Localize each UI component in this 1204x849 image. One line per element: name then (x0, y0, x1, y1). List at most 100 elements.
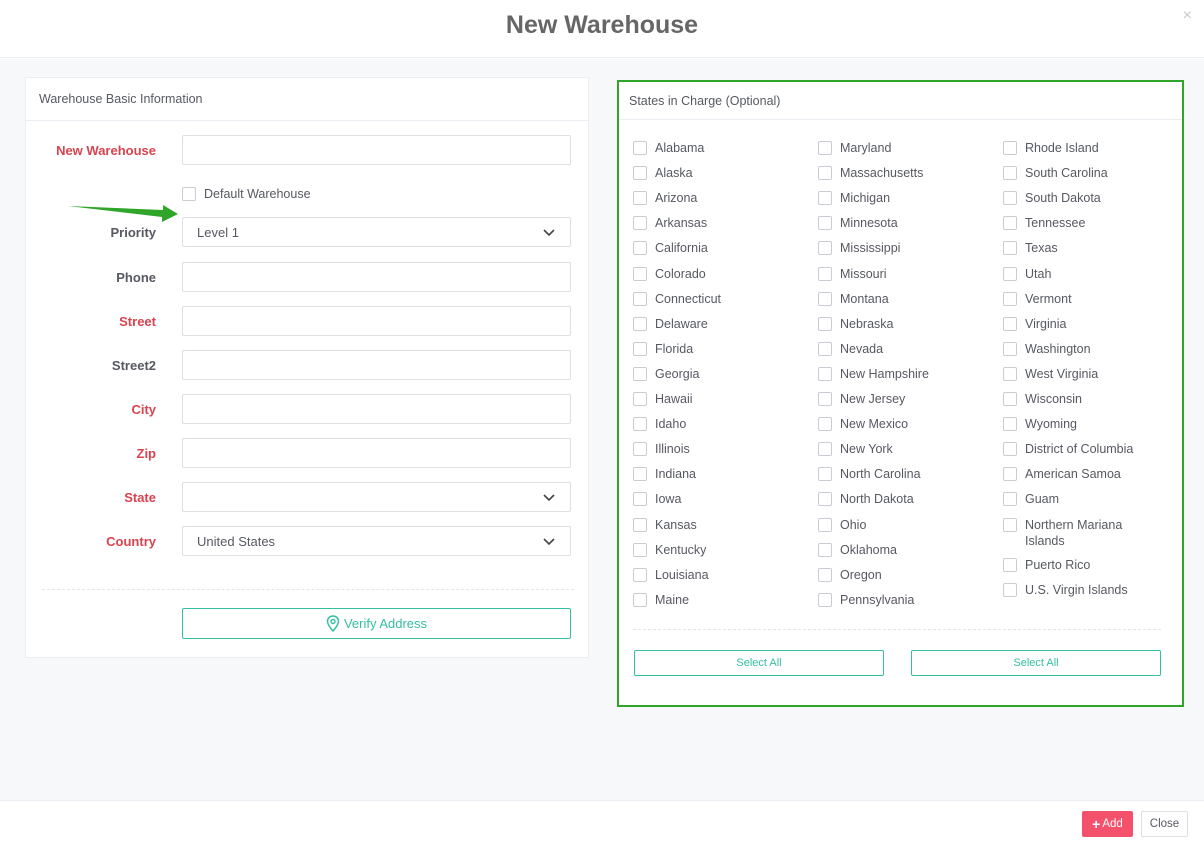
state-checkbox-item[interactable]: Georgia (633, 366, 785, 382)
state-select[interactable] (182, 482, 571, 512)
default-warehouse-checkbox[interactable] (182, 187, 196, 201)
state-checkbox-item[interactable]: North Carolina (818, 466, 970, 482)
verify-address-button[interactable]: Verify Address (182, 608, 571, 639)
state-checkbox-item[interactable]: Nebraska (818, 316, 970, 332)
state-checkbox[interactable] (1003, 141, 1017, 155)
state-checkbox[interactable] (818, 467, 832, 481)
state-checkbox[interactable] (818, 267, 832, 281)
state-checkbox[interactable] (1003, 467, 1017, 481)
state-checkbox[interactable] (633, 166, 647, 180)
state-checkbox-item[interactable]: South Dakota (1003, 190, 1155, 206)
state-checkbox-item[interactable]: U.S. Virgin Islands (1003, 582, 1155, 598)
state-checkbox-item[interactable]: Wisconsin (1003, 391, 1155, 407)
state-checkbox[interactable] (818, 216, 832, 230)
priority-select[interactable]: Level 1 (182, 217, 571, 247)
state-checkbox-item[interactable]: Minnesota (818, 215, 970, 231)
state-checkbox-item[interactable]: Mississippi (818, 240, 970, 256)
zip-input[interactable] (182, 438, 571, 468)
select-all-button[interactable]: Select All (911, 650, 1161, 676)
state-checkbox[interactable] (818, 543, 832, 557)
state-checkbox-item[interactable]: Vermont (1003, 291, 1155, 307)
state-checkbox-item[interactable]: Tennessee (1003, 215, 1155, 231)
default-warehouse-row[interactable]: Default Warehouse (182, 187, 311, 201)
state-checkbox[interactable] (818, 518, 832, 532)
state-checkbox-item[interactable]: Nevada (818, 341, 970, 357)
street2-input[interactable] (182, 350, 571, 380)
state-checkbox-item[interactable]: Washington (1003, 341, 1155, 357)
select-all-button[interactable]: Select All (634, 650, 884, 676)
state-checkbox-item[interactable]: Utah (1003, 266, 1155, 282)
state-checkbox[interactable] (1003, 417, 1017, 431)
state-checkbox[interactable] (633, 417, 647, 431)
state-checkbox-item[interactable]: Virginia (1003, 316, 1155, 332)
state-checkbox-item[interactable]: Arkansas (633, 215, 785, 231)
state-checkbox[interactable] (633, 367, 647, 381)
state-checkbox[interactable] (633, 342, 647, 356)
state-checkbox[interactable] (633, 593, 647, 607)
state-checkbox[interactable] (818, 141, 832, 155)
add-button[interactable]: + Add (1082, 811, 1133, 837)
state-checkbox-item[interactable]: Oklahoma (818, 542, 970, 558)
state-checkbox-item[interactable]: Massachusetts (818, 165, 970, 181)
state-checkbox-item[interactable]: North Dakota (818, 491, 970, 507)
country-select[interactable]: United States (182, 526, 571, 556)
state-checkbox-item[interactable]: New Hampshire (818, 366, 970, 382)
state-checkbox[interactable] (633, 518, 647, 532)
state-checkbox-item[interactable]: New Mexico (818, 416, 970, 432)
state-checkbox[interactable] (1003, 166, 1017, 180)
state-checkbox[interactable] (818, 492, 832, 506)
state-checkbox[interactable] (633, 492, 647, 506)
state-checkbox-item[interactable]: Hawaii (633, 391, 785, 407)
state-checkbox-item[interactable]: Alabama (633, 140, 785, 156)
state-checkbox[interactable] (633, 392, 647, 406)
state-checkbox[interactable] (633, 568, 647, 582)
state-checkbox-item[interactable]: Oregon (818, 567, 970, 583)
state-checkbox[interactable] (633, 317, 647, 331)
state-checkbox-item[interactable]: New Jersey (818, 391, 970, 407)
state-checkbox[interactable] (633, 267, 647, 281)
close-icon[interactable]: × (1183, 7, 1192, 25)
state-checkbox-item[interactable]: Alaska (633, 165, 785, 181)
state-checkbox-item[interactable]: South Carolina (1003, 165, 1155, 181)
state-checkbox-item[interactable]: Kansas (633, 517, 785, 533)
state-checkbox[interactable] (1003, 518, 1017, 532)
city-input[interactable] (182, 394, 571, 424)
state-checkbox-item[interactable]: Colorado (633, 266, 785, 282)
phone-input[interactable] (182, 262, 571, 292)
state-checkbox-item[interactable]: West Virginia (1003, 366, 1155, 382)
state-checkbox[interactable] (1003, 292, 1017, 306)
state-checkbox-item[interactable]: Guam (1003, 491, 1155, 507)
street-input[interactable] (182, 306, 571, 336)
state-checkbox[interactable] (818, 241, 832, 255)
state-checkbox-item[interactable]: Kentucky (633, 542, 785, 558)
state-checkbox-item[interactable]: Connecticut (633, 291, 785, 307)
state-checkbox[interactable] (818, 191, 832, 205)
state-checkbox[interactable] (1003, 267, 1017, 281)
state-checkbox-item[interactable]: New York (818, 441, 970, 457)
state-checkbox-item[interactable]: Arizona (633, 190, 785, 206)
state-checkbox-item[interactable]: Northern Mariana Islands (1003, 517, 1155, 549)
state-checkbox-item[interactable]: Michigan (818, 190, 970, 206)
state-checkbox-item[interactable]: Iowa (633, 491, 785, 507)
state-checkbox[interactable] (818, 568, 832, 582)
state-checkbox[interactable] (1003, 241, 1017, 255)
state-checkbox-item[interactable]: Montana (818, 291, 970, 307)
state-checkbox-item[interactable]: Louisiana (633, 567, 785, 583)
state-checkbox[interactable] (818, 342, 832, 356)
state-checkbox[interactable] (1003, 367, 1017, 381)
state-checkbox-item[interactable]: Texas (1003, 240, 1155, 256)
state-checkbox[interactable] (818, 367, 832, 381)
state-checkbox-item[interactable]: Idaho (633, 416, 785, 432)
state-checkbox[interactable] (1003, 392, 1017, 406)
state-checkbox-item[interactable]: Ohio (818, 517, 970, 533)
state-checkbox[interactable] (1003, 492, 1017, 506)
state-checkbox[interactable] (818, 317, 832, 331)
state-checkbox[interactable] (1003, 558, 1017, 572)
state-checkbox-item[interactable]: American Samoa (1003, 466, 1155, 482)
state-checkbox[interactable] (633, 216, 647, 230)
state-checkbox[interactable] (818, 392, 832, 406)
state-checkbox-item[interactable]: Maryland (818, 140, 970, 156)
state-checkbox[interactable] (1003, 442, 1017, 456)
state-checkbox[interactable] (633, 543, 647, 557)
state-checkbox[interactable] (1003, 216, 1017, 230)
